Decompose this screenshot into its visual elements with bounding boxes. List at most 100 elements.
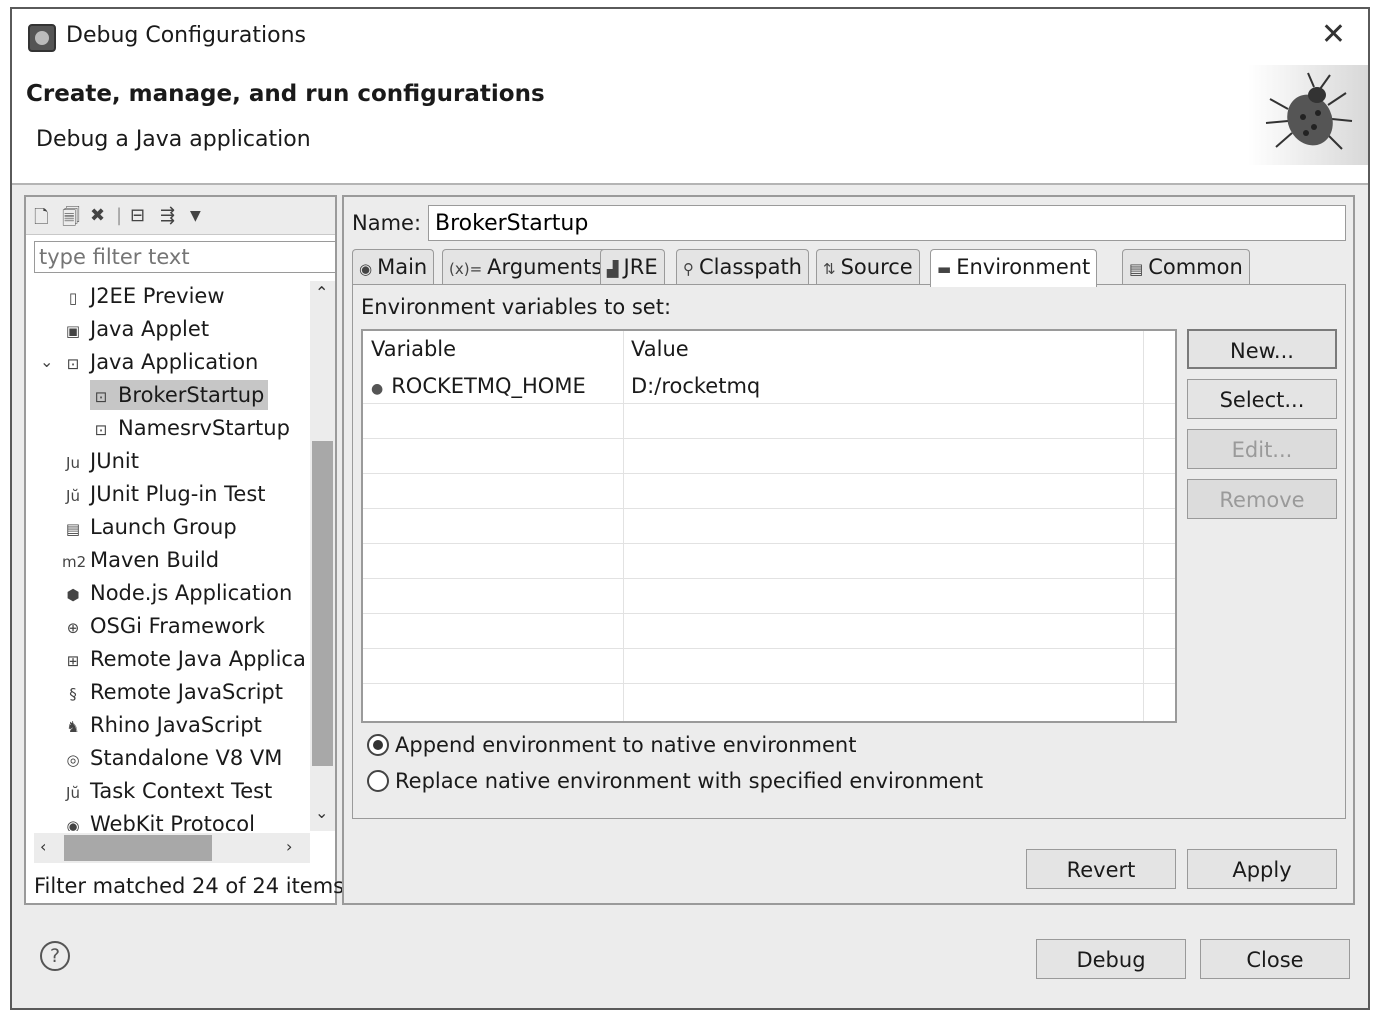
env-variables-label: Environment variables to set: (361, 295, 672, 319)
tree-item-webkit-protocol[interactable]: ◉ WebKit Protocol (62, 809, 254, 831)
filter-status: Filter matched 24 of 24 items (34, 874, 345, 898)
tree-vertical-scrollbar[interactable]: ⌃ ⌄ (310, 281, 335, 831)
filter-input[interactable] (34, 241, 336, 273)
revert-button[interactable]: Revert (1026, 849, 1176, 889)
apply-button[interactable]: Apply (1187, 849, 1337, 889)
tree-item-label: OSGi Framework (90, 614, 265, 638)
tab-common[interactable]: ▤ Common (1122, 249, 1250, 285)
remove-button[interactable]: Remove (1187, 479, 1337, 519)
help-icon[interactable]: ? (40, 941, 70, 971)
tree-item-label: Launch Group (90, 515, 237, 539)
tree-item-broker-startup[interactable]: ⊡ BrokerStartup (90, 380, 269, 410)
header-title: Create, manage, and run configurations (26, 81, 545, 107)
scroll-left-icon[interactable]: ‹ (40, 837, 46, 856)
environment-tab-icon: ▬ (937, 260, 952, 278)
close-window-icon[interactable]: ✕ (1321, 17, 1346, 52)
env-variables-table[interactable]: Variable Value ● ROCKETMQ_HOME D:/rocketm… (361, 329, 1177, 723)
tree-item-label: Java Applet (90, 317, 210, 341)
duplicate-config-icon[interactable]: 🗐 (62, 205, 80, 235)
replace-environment-radio[interactable]: Replace native environment with specifie… (367, 769, 983, 793)
source-tab-icon: ⇅ (823, 260, 836, 278)
tree-item-remote-javascript[interactable]: § Remote JavaScript (62, 677, 283, 707)
scroll-down-icon[interactable]: ⌄ (315, 803, 328, 822)
row-divider (363, 578, 1175, 579)
tree-item-rhino-javascript[interactable]: ♞ Rhino JavaScript (62, 710, 262, 740)
tree-item-label: JUnit (90, 449, 139, 473)
tree-item-label: Node.js Application (90, 581, 293, 605)
new-button[interactable]: New... (1187, 329, 1337, 369)
common-tab-icon: ▤ (1129, 260, 1144, 278)
tab-label: JRE (623, 255, 658, 279)
column-divider (623, 331, 624, 721)
tree-item-nodejs-application[interactable]: ⬢ Node.js Application (62, 578, 292, 608)
tree-item-label: Remote JavaScript (90, 680, 283, 704)
tab-label: Arguments (487, 255, 603, 279)
edit-button[interactable]: Edit... (1187, 429, 1337, 469)
tab-classpath[interactable]: ⚲ Classpath (676, 249, 809, 285)
tree-item-launch-group[interactable]: ▤ Launch Group (62, 512, 237, 542)
new-config-icon[interactable]: 🗋 (34, 205, 48, 235)
tree-item-maven-build[interactable]: m2 Maven Build (62, 545, 219, 575)
v8-icon: ◎ (66, 751, 80, 769)
delete-config-icon[interactable]: ✖ (90, 205, 105, 226)
rhino-icon: ♞ (66, 718, 80, 736)
tree-item-junit[interactable]: Ju JUnit (62, 446, 139, 476)
scroll-up-icon[interactable]: ⌃ (315, 283, 328, 302)
config-name-input[interactable] (428, 205, 1346, 241)
view-menu-chevron-icon[interactable]: ▼ (190, 208, 201, 224)
close-button[interactable]: Close (1200, 939, 1350, 979)
debug-button[interactable]: Debug (1036, 939, 1186, 979)
junit-icon: Ju (66, 454, 80, 472)
table-row[interactable]: ● ROCKETMQ_HOME (371, 371, 586, 404)
tree-item-remote-java-application[interactable]: ⊞ Remote Java Applica (62, 644, 306, 674)
configuration-editor-panel: Name: ◉Main (x)=Arguments ▟JRE ⚲ Classpat… (342, 195, 1355, 905)
name-label: Name: (352, 211, 422, 235)
webkit-icon: ◉ (66, 817, 80, 831)
tree-item-standalone-v8-vm[interactable]: ◎ Standalone V8 VM (62, 743, 282, 773)
tab-arguments[interactable]: (x)= Arguments (442, 249, 610, 285)
tab-main[interactable]: ◉ Main (352, 249, 435, 285)
tree-item-label: NamesrvStartup (118, 416, 290, 440)
tab-label: Environment (956, 255, 1091, 279)
tree-item-task-context-test[interactable]: Jŭ Task Context Test (62, 776, 272, 806)
append-environment-radio[interactable]: Append environment to native environment (367, 733, 856, 757)
scroll-right-icon[interactable]: › (286, 837, 292, 856)
tree-item-namesrv-startup[interactable]: ⊡ NamesrvStartup (90, 413, 290, 443)
expand-chevron-icon[interactable]: ⌄ (40, 347, 53, 377)
maven-icon: m2 (62, 553, 87, 571)
row-divider (363, 473, 1175, 474)
row-divider (363, 543, 1175, 544)
osgi-icon: ⊕ (66, 619, 80, 637)
tree-item-j2ee-preview[interactable]: ▯ J2EE Preview (62, 281, 225, 311)
tab-label: Classpath (699, 255, 802, 279)
tree-item-label: Maven Build (90, 548, 220, 572)
tree-item-label: Remote Java Applica (90, 647, 306, 671)
variable-value[interactable]: D:/rocketmq (631, 371, 760, 401)
radio-selected-icon[interactable] (367, 734, 389, 756)
column-header-variable[interactable]: Variable (363, 331, 456, 367)
vertical-scroll-thumb[interactable] (312, 441, 333, 766)
tree-item-junit-plugin-test[interactable]: Jŭ JUnit Plug-in Test (62, 479, 265, 509)
row-divider (363, 613, 1175, 614)
tree-horizontal-scrollbar[interactable]: ‹ › (34, 833, 310, 863)
tree-item-osgi-framework[interactable]: ⊕ OSGi Framework (62, 611, 265, 641)
collapse-all-icon[interactable]: ⊟ (130, 205, 145, 226)
tab-environment[interactable]: ▬ Environment (930, 249, 1098, 287)
task-context-icon: Jŭ (66, 784, 80, 802)
j2ee-preview-icon: ▯ (68, 289, 78, 307)
tab-jre[interactable]: ▟ JRE (600, 249, 665, 285)
remote-javascript-icon: § (69, 685, 77, 703)
environment-tab-body: Environment variables to set: Variable V… (352, 284, 1346, 819)
radio-unselected-icon[interactable] (367, 770, 389, 792)
dialog-header: Create, manage, and run configurations D… (12, 65, 1368, 185)
tree-item-java-applet[interactable]: ▣ Java Applet (62, 314, 209, 344)
filter-config-icon[interactable]: ⇶ (160, 205, 175, 226)
select-button[interactable]: Select... (1187, 379, 1337, 419)
row-divider (363, 648, 1175, 649)
column-header-value[interactable]: Value (623, 331, 689, 367)
variable-bullet-icon: ● (371, 381, 384, 397)
tree-toolbar: 🗋 🗐 ✖ | ⊟ ⇶ ▼ (26, 197, 335, 235)
tab-source[interactable]: ⇅ Source (816, 249, 920, 285)
tree-item-java-application[interactable]: ⊡ Java Application (62, 347, 259, 377)
horizontal-scroll-thumb[interactable] (64, 835, 212, 861)
